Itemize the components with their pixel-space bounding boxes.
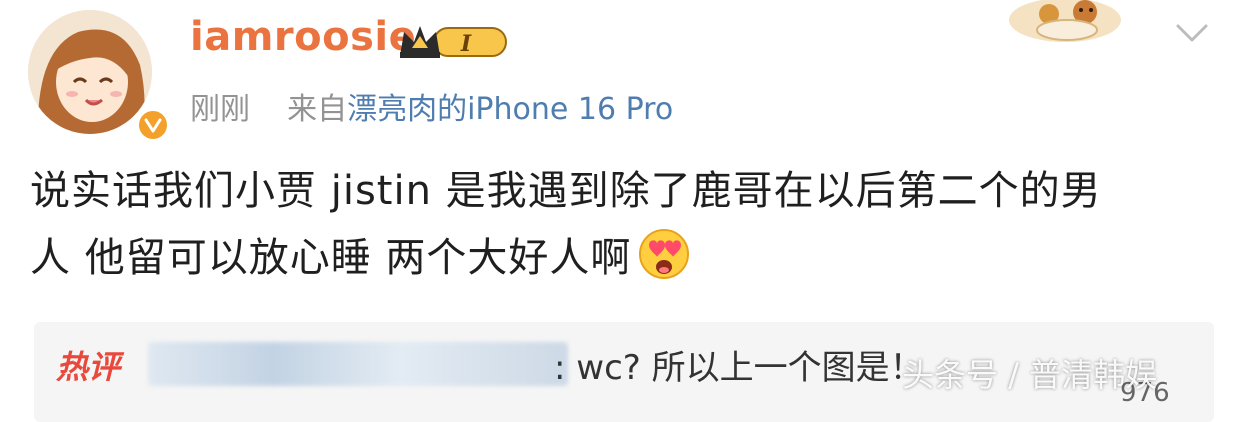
card-decoration-sticker <box>1005 0 1140 52</box>
avatar[interactable] <box>28 10 170 142</box>
watermark: 头条号 / 普清韩娱 <box>902 356 1158 394</box>
source-device-link[interactable]: 漂亮肉的iPhone 16 Pro <box>347 92 673 127</box>
username[interactable]: iamroosie <box>190 14 416 60</box>
badge-level-label: I <box>460 31 472 57</box>
source-prefix: 来自 <box>287 92 348 127</box>
crown-icon <box>400 26 440 58</box>
verified-v-icon <box>136 108 170 142</box>
avatar-image <box>28 10 152 134</box>
heart-eyes-emoji-icon <box>637 227 691 302</box>
post-content-line-2: 人 他留可以放心睡 两个大好人啊 <box>30 225 1220 292</box>
post-time: 刚刚 <box>190 92 250 127</box>
post-content-line-1: 说实话我们小贾 jistin 是我遇到除了鹿哥在以后第二个的男 <box>30 168 1102 214</box>
hot-comment-text: : wc? 所以上一个图是！ <box>554 348 924 388</box>
chevron-down-icon[interactable] <box>1172 20 1212 52</box>
weibo-post: iamroosie I 刚刚 来自漂亮肉的iPhone 16 Pro 说实话我们… <box>0 0 1242 422</box>
post-content: 说实话我们小贾 jistin 是我遇到除了鹿哥在以后第二个的男 人 他留可以放心… <box>30 158 1220 292</box>
post-content-line-2-text: 人 他留可以放心睡 两个大好人啊 <box>30 235 632 281</box>
member-level-badge[interactable]: I <box>398 22 510 66</box>
hot-comment-tag: 热评 <box>56 348 121 386</box>
commenter-name-blurred <box>148 342 568 386</box>
post-meta: 刚刚 来自漂亮肉的iPhone 16 Pro <box>190 84 673 128</box>
